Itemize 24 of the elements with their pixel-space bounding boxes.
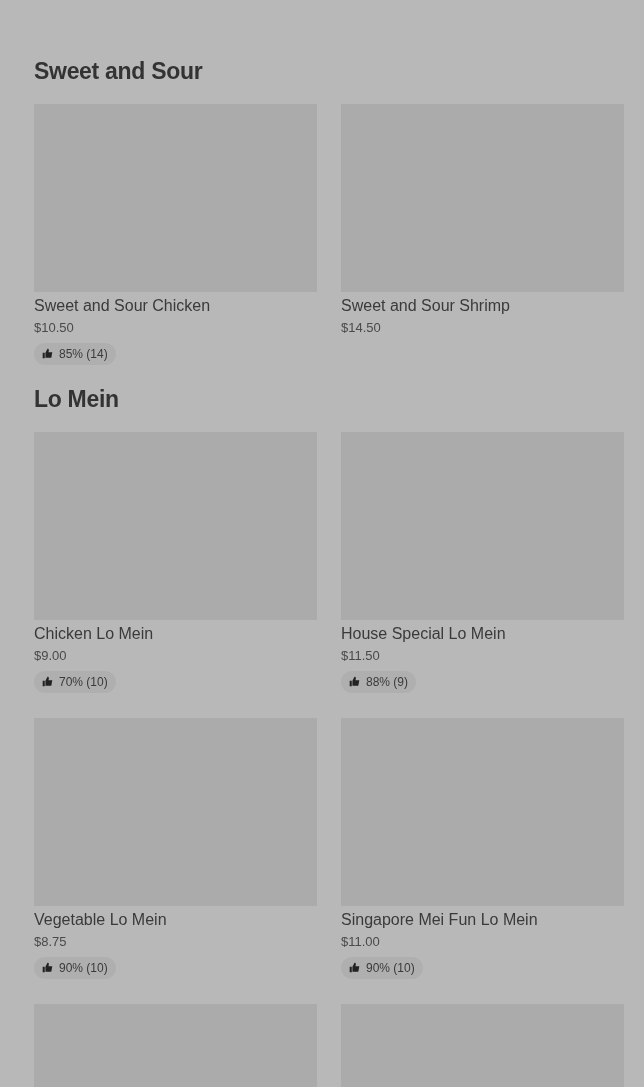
thumbs-up-icon: [42, 962, 53, 974]
dish-price: $8.75: [34, 933, 68, 950]
section-title: Lo Mein: [34, 386, 120, 414]
rating-text: 90% (10): [366, 959, 415, 977]
rating-text: 70% (10): [59, 673, 108, 691]
dish-name: House Special Lo Mein: [341, 623, 507, 644]
dish-name: Sweet and Sour Chicken: [34, 295, 212, 316]
thumbs-up-icon: [42, 676, 53, 688]
rating-text: 85% (14): [59, 345, 108, 363]
dish-price: $14.50: [341, 319, 382, 336]
section-title: Sweet and Sour: [34, 58, 204, 86]
dish-price: $11.00: [341, 933, 381, 950]
dish-price: $10.50: [34, 319, 75, 336]
dish-price: $9.00: [34, 647, 68, 664]
thumbs-up-icon: [42, 348, 53, 360]
dish-price: $11.50: [341, 647, 381, 664]
rating-text: 88% (9): [366, 673, 409, 691]
dish-name: Singapore Mei Fun Lo Mein: [341, 909, 539, 930]
dish-name: Sweet and Sour Shrimp: [341, 295, 511, 316]
thumbs-up-icon: [349, 676, 360, 688]
dish-name: Vegetable Lo Mein: [34, 909, 168, 930]
rating-text: 90% (10): [59, 959, 108, 977]
thumbs-up-icon: [349, 962, 360, 974]
dish-name: Chicken Lo Mein: [34, 623, 155, 644]
